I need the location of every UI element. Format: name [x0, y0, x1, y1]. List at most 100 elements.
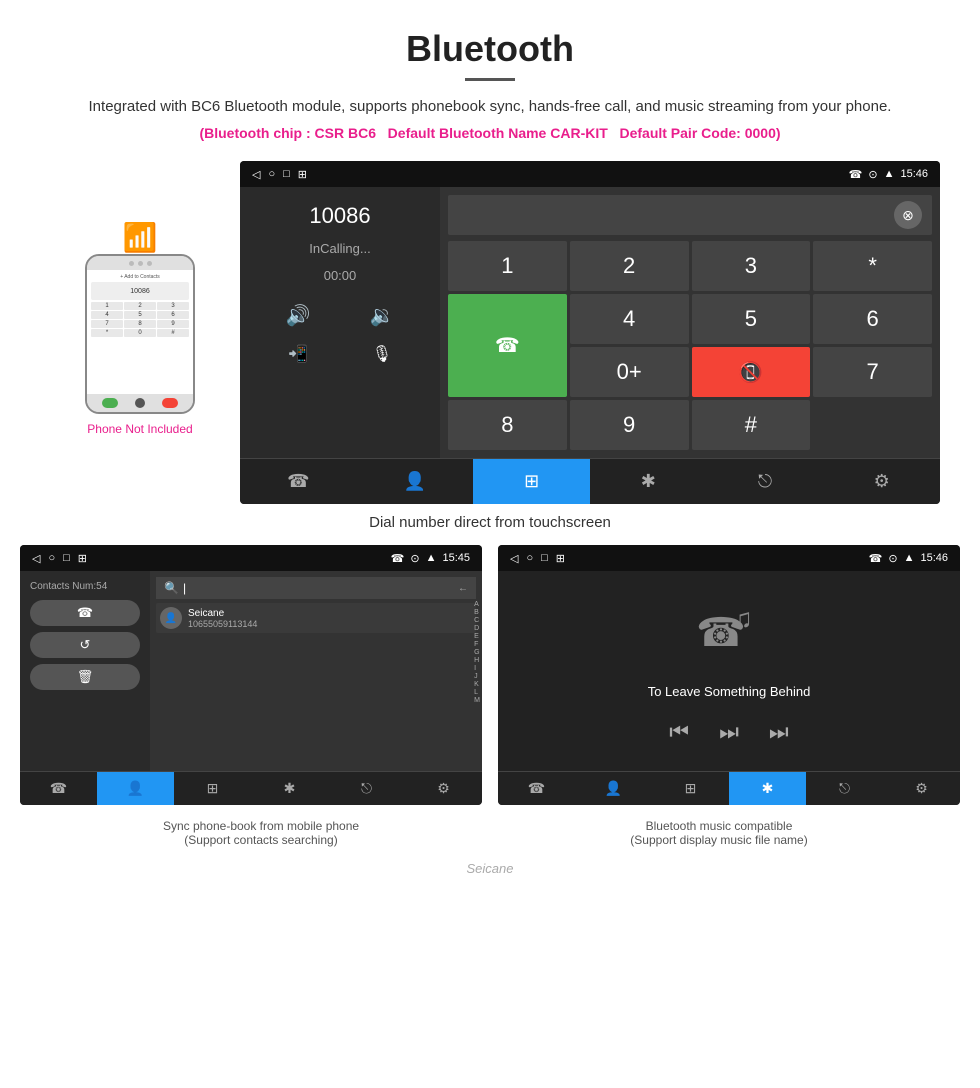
key-star[interactable]: *	[813, 241, 932, 291]
contact-item[interactable]: 👤 Seicane 10655059113144	[156, 603, 476, 633]
calling-status: InCalling...	[256, 241, 424, 256]
tab-bluetooth[interactable]: ✱	[590, 459, 707, 504]
sync-button[interactable]: ↺	[30, 632, 140, 658]
contacts-caption-sub: (Support contacts searching)	[40, 833, 482, 847]
cb-clock: 15:45	[442, 552, 470, 564]
mb-call-icon: ☎	[869, 552, 883, 565]
dial-tab-bar: ☎ 👤 ⊞ ✱ ⎋ ⚙	[240, 458, 940, 504]
phone-top-bar	[87, 256, 193, 270]
tab-settings[interactable]: ⚙	[823, 459, 940, 504]
alpha-f: F	[474, 641, 480, 648]
volume-up-icon[interactable]: 🔊	[286, 303, 311, 328]
music-tab-contacts[interactable]: 👤	[575, 772, 652, 805]
music-status-left: ◁ ○ □ ⊞	[510, 552, 565, 565]
key-3[interactable]: 3	[692, 241, 811, 291]
key-9[interactable]: 9	[570, 400, 689, 450]
cb-wifi-icon: ▲	[426, 552, 437, 564]
tab-call-log[interactable]: ☎	[240, 459, 357, 504]
phone-key-7: 7	[91, 320, 123, 328]
contacts-status-left: ◁ ○ □ ⊞	[32, 552, 87, 565]
contacts-tab-dialpad[interactable]: ⊞	[174, 772, 251, 805]
contact-avatar: 👤	[160, 607, 182, 629]
music-tab-call[interactable]: ☎	[498, 772, 575, 805]
add-contacts-label: + Add to Contacts	[91, 274, 189, 280]
contacts-tab-call[interactable]: ☎	[20, 772, 97, 805]
cb-home-icon: ○	[48, 552, 55, 564]
mb-loc-icon: ⊙	[888, 552, 897, 565]
key-1[interactable]: 1	[448, 241, 567, 291]
contact-phone: 10655059113144	[188, 619, 257, 629]
key-0plus[interactable]: 0+	[570, 347, 689, 397]
call-accept-button[interactable]: ☎	[448, 294, 567, 397]
home-icon: ○	[268, 168, 275, 180]
phone-key-0: 0	[124, 329, 156, 337]
mb-back-icon: ◁	[510, 552, 518, 565]
dial-screen: ◁ ○ □ ⊞ ☎ ⊙ ▲ 15:46 10086 InCalling...	[240, 161, 940, 504]
key-7[interactable]: 7	[813, 347, 932, 397]
mb-home-icon: ○	[526, 552, 533, 564]
cb-apps-icon: □	[63, 552, 70, 564]
numpad-grid: 1 2 3 * ☎ 4 5 6 0+ 📵 7 8 9 #	[448, 241, 932, 450]
key-4[interactable]: 4	[570, 294, 689, 344]
phone-end-btn	[162, 398, 178, 408]
phone-key-2: 2	[124, 302, 156, 310]
phone-key-star: *	[91, 329, 123, 337]
dial-controls2: 📲 🎙	[256, 344, 424, 364]
contact-name: Seicane	[188, 608, 257, 619]
music-caption-sub: (Support display music file name)	[498, 833, 940, 847]
call-status-icon: ☎	[849, 168, 863, 181]
transfer-icon[interactable]: 📲	[288, 344, 308, 364]
alphabet-scroll[interactable]: A B C D E F G H I J K L M	[474, 601, 480, 704]
music-tab-dialpad[interactable]: ⊞	[652, 772, 729, 805]
prev-button[interactable]: ⏮	[669, 719, 689, 745]
play-pause-button[interactable]: ⏭	[719, 719, 739, 745]
alpha-d: D	[474, 625, 480, 632]
phone-dot	[138, 261, 143, 266]
music-body: ☎ ♫ To Leave Something Behind ⏮ ⏭ ⏭	[498, 571, 960, 771]
contacts-body: Contacts Num:54 ☎ ↺ 🗑 🔍 | ← 👤	[20, 571, 482, 771]
contacts-tab-contacts[interactable]: 👤	[97, 772, 174, 805]
alpha-h: H	[474, 657, 480, 664]
recents-icon: □	[283, 168, 290, 180]
key-8[interactable]: 8	[448, 400, 567, 450]
key-5[interactable]: 5	[692, 294, 811, 344]
phone-call-btn	[102, 398, 118, 408]
delete-button[interactable]: 🗑	[30, 664, 140, 690]
call-end-button[interactable]: 📵	[692, 347, 811, 397]
key-6[interactable]: 6	[813, 294, 932, 344]
next-button[interactable]: ⏭	[769, 719, 789, 745]
alpha-j: J	[474, 673, 480, 680]
main-caption: Dial number direct from touchscreen	[369, 514, 611, 531]
phone-key-9: 9	[157, 320, 189, 328]
call-button[interactable]: ☎	[30, 600, 140, 626]
contacts-tab-settings[interactable]: ⚙	[405, 772, 482, 805]
back-icon: ◁	[252, 168, 260, 181]
volume-down-icon[interactable]: 🔉	[370, 303, 395, 328]
phone-key-8: 8	[124, 320, 156, 328]
key-hash[interactable]: #	[692, 400, 811, 450]
phone-input-number: 10086	[130, 288, 149, 295]
phone-not-included-label: Phone Not Included	[87, 422, 192, 436]
contacts-tab-bluetooth[interactable]: ✱	[251, 772, 328, 805]
alpha-m: M	[474, 697, 480, 704]
key-2[interactable]: 2	[570, 241, 689, 291]
status-bar: ◁ ○ □ ⊞ ☎ ⊙ ▲ 15:46	[240, 161, 940, 187]
mb-wifi-icon: ▲	[904, 552, 915, 564]
contact-details: Seicane 10655059113144	[188, 608, 257, 629]
music-tab-bluetooth[interactable]: ✱	[729, 772, 806, 805]
tab-contacts[interactable]: 👤	[357, 459, 474, 504]
tab-phone-switch[interactable]: ⎋	[707, 459, 824, 504]
svg-text:♫: ♫	[732, 603, 753, 634]
bottom-captions: Sync phone-book from mobile phone (Suppo…	[20, 815, 960, 857]
tab-dialpad[interactable]: ⊞	[473, 459, 590, 504]
music-status-bar: ◁ ○ □ ⊞ ☎ ⊙ ▲ 15:46	[498, 545, 960, 571]
phone-key-3: 3	[157, 302, 189, 310]
phone-numpad: 1 2 3 4 5 6 7 8 9 * 0 #	[91, 302, 189, 337]
alpha-a: A	[474, 601, 480, 608]
backspace-button[interactable]: ⊗	[894, 201, 922, 229]
mic-icon[interactable]: 🎙	[372, 344, 392, 364]
music-caption: Bluetooth music compatible (Support disp…	[498, 819, 940, 847]
music-tab-switch[interactable]: ⎋	[806, 772, 883, 805]
music-tab-settings[interactable]: ⚙	[883, 772, 960, 805]
contacts-tab-switch[interactable]: ⎋	[328, 772, 405, 805]
